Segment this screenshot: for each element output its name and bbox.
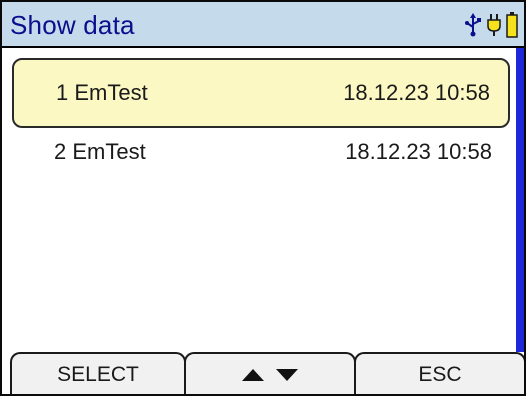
power-plug-icon [487, 13, 501, 37]
item-date: 18.12.23 10:58 [343, 80, 490, 105]
data-list[interactable]: 1 EmTest 18.12.23 10:58 2 EmTest 18.12.2… [2, 48, 516, 352]
softkey-bar: SELECT ESC [2, 352, 524, 394]
esc-label: ESC [418, 363, 462, 386]
item-date: 18.12.23 10:58 [345, 139, 492, 164]
status-icons [464, 10, 518, 40]
battery-icon [506, 12, 518, 38]
arrow-down-icon [276, 363, 298, 387]
item-name: 1 EmTest [56, 80, 148, 105]
usb-icon [464, 13, 482, 37]
item-name: 2 EmTest [54, 139, 146, 164]
select-label: SELECT [57, 363, 139, 386]
list-item[interactable]: 2 EmTest 18.12.23 10:58 [12, 119, 510, 189]
select-button[interactable]: SELECT [10, 352, 186, 394]
esc-button[interactable]: ESC [354, 352, 524, 394]
page-title: Show data [10, 10, 135, 40]
title-bar: Show data [2, 2, 524, 48]
up-down-arrows [242, 363, 298, 387]
list-item[interactable]: 1 EmTest 18.12.23 10:58 [12, 58, 510, 128]
scrollbar[interactable] [516, 48, 524, 352]
navigate-button[interactable] [184, 352, 356, 394]
device-screen: Show data 1 EmTest 18.12.23 10:58 2 EmTe… [0, 0, 526, 396]
arrow-up-icon [242, 363, 264, 387]
